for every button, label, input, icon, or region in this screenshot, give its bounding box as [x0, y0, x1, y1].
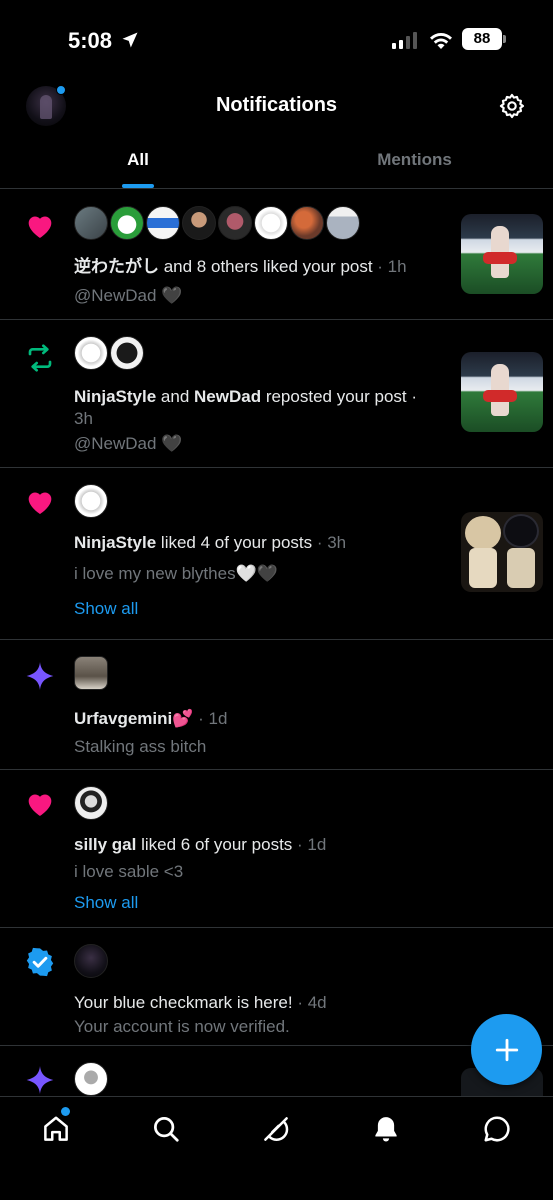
- repost-icon: [28, 344, 52, 372]
- liker-avatars: [74, 786, 108, 820]
- user-avatars: [74, 656, 108, 690]
- actor-name[interactable]: NinjaStyle: [74, 533, 156, 552]
- wifi-icon: [430, 33, 452, 49]
- post-preview-text: i love my new blythes🤍🖤: [74, 564, 278, 583]
- avatar[interactable]: [74, 206, 108, 240]
- user-avatars: [74, 1062, 108, 1096]
- plus-icon: [495, 1038, 518, 1061]
- nav-grok[interactable]: [258, 1111, 294, 1147]
- avatar[interactable]: [146, 206, 180, 240]
- notification-tabs: All Mentions: [0, 140, 553, 189]
- cellular-signal-icon: [392, 32, 417, 49]
- avatar[interactable]: [110, 336, 144, 370]
- nav-search[interactable]: [148, 1111, 184, 1147]
- post-thumbnail[interactable]: [461, 512, 543, 592]
- battery-indicator: 88: [462, 28, 506, 50]
- notification-text: silly gal liked 6 of your posts · 1d: [74, 835, 327, 854]
- avatar[interactable]: [74, 786, 108, 820]
- timestamp: · 4d: [292, 993, 327, 1012]
- grok-icon: [264, 1117, 289, 1141]
- nav-messages[interactable]: [479, 1111, 515, 1147]
- timestamp: · 1h: [372, 257, 407, 276]
- post-preview-text: i love sable <3: [74, 862, 184, 881]
- post-preview-text: Stalking ass bitch: [74, 737, 207, 756]
- verified-badge-icon: [26, 947, 54, 977]
- notification-text: NinjaStyle and NewDad reposted your post…: [74, 387, 418, 428]
- compose-post-button[interactable]: [471, 1014, 542, 1085]
- timestamp: 3h: [74, 409, 93, 428]
- tab-all[interactable]: All: [0, 150, 276, 170]
- location-arrow-icon: [122, 32, 138, 48]
- avatar[interactable]: [74, 944, 108, 978]
- home-icon: [44, 1116, 68, 1141]
- avatar[interactable]: [290, 206, 324, 240]
- avatar[interactable]: [74, 484, 108, 518]
- tab-mentions[interactable]: Mentions: [276, 150, 553, 170]
- avatar[interactable]: [74, 336, 108, 370]
- heart-icon: [28, 794, 52, 816]
- notification-text: NinjaStyle liked 4 of your posts · 3h: [74, 533, 347, 552]
- notification-item[interactable]: Urfavgemini💕 · 1d Stalking ass bitch: [0, 640, 553, 770]
- sparkle-icon: [26, 662, 54, 690]
- notification-text: Urfavgemini💕 · 1d: [74, 708, 434, 730]
- bottom-navigation: [0, 1096, 553, 1200]
- avatar[interactable]: [182, 206, 216, 240]
- sparkle-icon: [26, 1066, 54, 1094]
- post-preview-text: @NewDad 🖤: [74, 434, 183, 453]
- avatar[interactable]: [254, 206, 288, 240]
- post-thumbnail[interactable]: [461, 352, 543, 432]
- heart-icon: [28, 216, 52, 238]
- notification-item[interactable]: [0, 1046, 553, 1098]
- liker-avatars: [74, 484, 108, 518]
- reposter-avatars: [74, 336, 144, 370]
- heart-icon: [28, 492, 52, 514]
- notification-text: 逆わたがし and 8 others liked your post · 1h: [74, 257, 407, 276]
- notifications-icon: [375, 1117, 397, 1142]
- notification-item[interactable]: Your blue checkmark is here! · 4d Your a…: [0, 928, 553, 1046]
- avatar[interactable]: [74, 656, 108, 690]
- timestamp: · 3h: [312, 533, 347, 552]
- avatar[interactable]: [110, 206, 144, 240]
- avatar[interactable]: [74, 1062, 108, 1096]
- actor-name[interactable]: NinjaStyle: [74, 387, 156, 406]
- messages-icon: [484, 1116, 510, 1142]
- notification-item[interactable]: silly gal liked 6 of your posts · 1d i l…: [0, 770, 553, 928]
- user-avatars: [74, 944, 108, 978]
- show-all-link[interactable]: Show all: [74, 599, 138, 619]
- post-thumbnail[interactable]: [461, 214, 543, 294]
- settings-gear-icon[interactable]: [498, 92, 526, 120]
- actor-name[interactable]: NewDad: [194, 387, 261, 406]
- avatar[interactable]: [218, 206, 252, 240]
- timestamp: · 1d: [292, 835, 327, 854]
- nav-notifications[interactable]: [368, 1111, 404, 1147]
- active-tab-indicator: [122, 184, 154, 188]
- actor-name[interactable]: 逆わたがし: [74, 257, 159, 276]
- actor-name[interactable]: silly gal: [74, 835, 136, 854]
- status-time: 5:08: [68, 28, 113, 53]
- actor-name[interactable]: Urfavgemini💕: [74, 709, 193, 728]
- notification-item[interactable]: NinjaStyle liked 4 of your posts · 3h i …: [0, 468, 553, 640]
- unread-dot: [61, 1107, 70, 1116]
- liker-avatars: [74, 206, 360, 240]
- nav-home[interactable]: [38, 1111, 74, 1147]
- search-icon: [154, 1117, 179, 1142]
- timestamp: · 1d: [193, 709, 228, 728]
- post-preview-text: @NewDad 🖤: [74, 286, 183, 305]
- show-all-link[interactable]: Show all: [74, 893, 138, 913]
- header: Notifications: [0, 80, 553, 132]
- page-title: Notifications: [215, 94, 338, 116]
- status-bar: 5:08 88: [0, 0, 553, 72]
- notification-item[interactable]: 逆わたがし and 8 others liked your post · 1h …: [0, 190, 553, 320]
- notification-text: Your blue checkmark is here! · 4d: [74, 993, 327, 1012]
- notification-subtext: Your account is now verified.: [74, 1017, 290, 1036]
- avatar[interactable]: [326, 206, 360, 240]
- notification-item[interactable]: NinjaStyle and NewDad reposted your post…: [0, 320, 553, 468]
